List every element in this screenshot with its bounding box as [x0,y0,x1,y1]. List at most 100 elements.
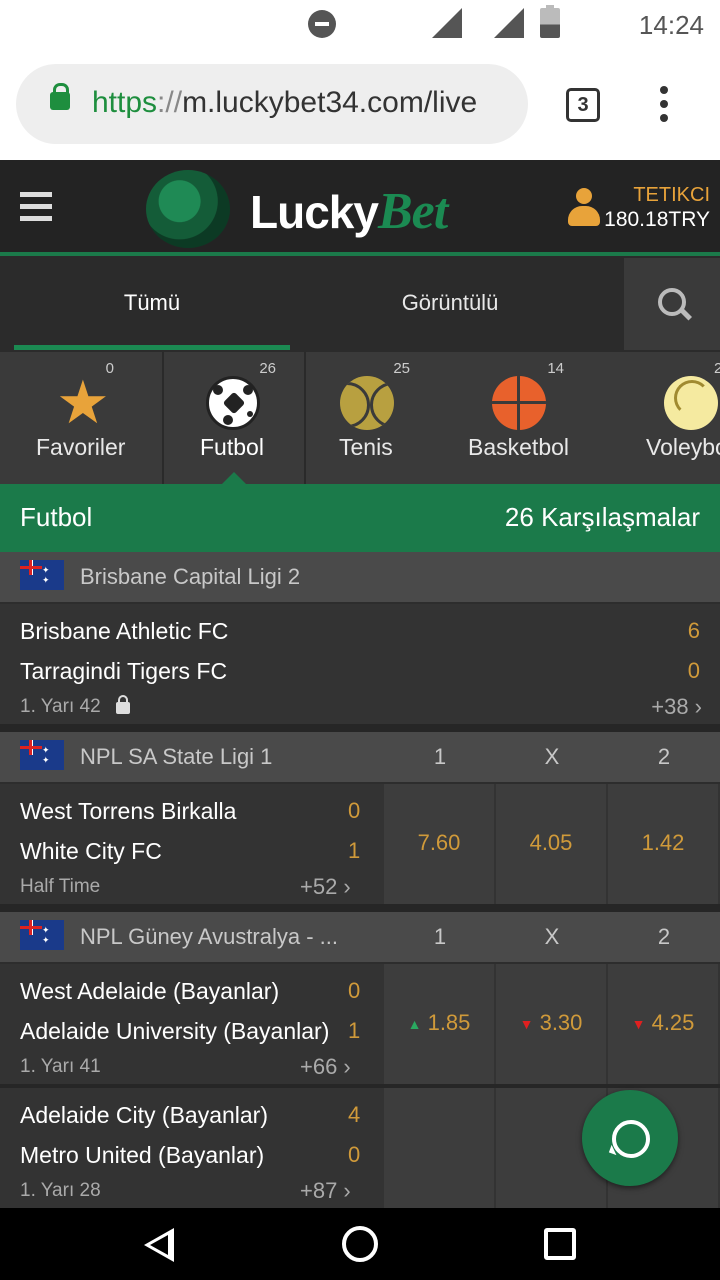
league-header[interactable]: NPL SA State Ligi 1 1 X 2 [0,732,720,782]
sport-count: 26 [259,360,276,377]
chat-button[interactable] [582,1090,678,1186]
signal-icon-2 [494,8,524,38]
australia-flag-icon [20,920,64,950]
league-name: Brisbane Capital Ligi 2 [80,564,301,589]
hamburger-menu-icon[interactable] [20,192,52,222]
clock: 14:24 [638,10,704,40]
col-home-label: 1 [433,924,447,949]
odd-home-button[interactable] [384,1088,494,1208]
sport-label: Basketbol [468,434,570,460]
away-team: White City FC [20,838,162,864]
home-score: 0 [348,798,361,823]
match-row[interactable]: West Adelaide (Bayanlar) Adelaide Univer… [0,964,720,1084]
battery-icon [540,5,560,38]
tab-video[interactable]: Görüntülü [300,256,600,352]
sports-bar: 0 Favoriler 26 Futbol 25 Tenis 14 Basket… [0,352,720,484]
browser-toolbar: https://m.luckybet34.com/live 3 [0,50,720,160]
odds-up-arrow-icon: ▲ [407,1016,422,1033]
sport-tennis[interactable]: 25 Tenis [306,352,452,484]
section-header: Futbol 26 Karşılaşmalar [0,484,720,552]
sport-volleyball[interactable]: 2 Voleybol [622,352,720,484]
section-title: Futbol [20,502,93,532]
recent-apps-icon[interactable] [544,1228,576,1260]
sport-label: Futbol [200,434,264,460]
status-bar: 14:24 [0,0,720,50]
home-score: 4 [348,1102,361,1127]
more-markets-link[interactable]: +66 › [300,1054,351,1080]
home-score: 0 [348,978,361,1003]
signal-icon [432,8,462,38]
tab-switcher-button[interactable]: 3 [566,88,600,122]
back-icon[interactable] [144,1228,174,1262]
match-status: 1. Yarı 28 [20,1180,101,1201]
view-tabs: Tümü Görüntülü [0,256,720,352]
tennis-ball-icon [340,376,394,430]
odd-draw-button[interactable]: ▼ 3.30 [496,964,606,1084]
match-count: 26 Karşılaşmalar [504,502,700,532]
sport-favorites[interactable]: 0 Favoriler [0,352,162,484]
home-team: West Torrens Birkalla [20,798,237,824]
col-draw-label: X [544,744,560,769]
match-status: Half Time [20,876,101,897]
away-score: 1 [348,838,361,863]
match-status: 1. Yarı 42 [20,696,101,717]
odd-home-button[interactable]: 7.60 [384,784,494,904]
sport-label: Favoriler [36,434,126,460]
lock-icon [116,695,130,714]
odd-home-button[interactable]: ▲ 1.85 [384,964,494,1084]
match-row[interactable]: West Torrens Birkalla White City FC 0 1 … [0,784,720,904]
username[interactable]: TETIKCI [633,184,710,207]
col-away-label: 2 [657,924,671,949]
sport-basketball[interactable]: 14 Basketbol [452,352,622,484]
odd-away-button[interactable]: ▼ 4.25 [608,964,718,1084]
match-status: 1. Yarı 41 [20,1056,101,1077]
home-team: Adelaide City (Bayanlar) [20,1102,269,1128]
soccer-ball-icon [206,376,260,430]
site-header: LuckyBet TETIKCI 180.18TRY [0,160,720,256]
home-score: 6 [687,618,700,643]
active-sport-pointer [222,472,246,484]
away-score: 0 [348,1142,361,1167]
away-team: Tarragindi Tigers FC [20,658,228,684]
sport-football[interactable]: 26 Futbol [164,352,304,484]
search-icon[interactable] [624,258,720,350]
do-not-disturb-icon [308,10,336,38]
logo[interactable]: LuckyBet [250,182,448,241]
col-draw-label: X [544,924,560,949]
browser-menu-icon[interactable] [658,86,670,126]
balance: 180.18TRY [604,208,710,231]
sport-label: Voleybol [646,434,720,460]
away-team: Metro United (Bayanlar) [20,1142,265,1168]
user-icon[interactable] [568,188,600,228]
basketball-icon [492,376,546,430]
more-markets-link[interactable]: +52 › [300,874,351,900]
home-icon[interactable] [342,1226,378,1262]
system-nav-bar [0,1208,720,1280]
address-bar[interactable]: https://m.luckybet34.com/live [16,64,528,144]
star-icon [56,368,110,438]
sport-count: 2 [714,360,720,377]
league-header[interactable]: NPL Güney Avustralya - ... 1 X 2 [0,912,720,962]
logo-ball-icon [146,170,230,248]
odd-away-button[interactable]: 1.42 [608,784,718,904]
col-away-label: 2 [657,744,671,769]
odd-draw-button[interactable]: 4.05 [496,784,606,904]
tab-all[interactable]: Tümü [14,256,290,352]
league-name: NPL SA State Ligi 1 [80,744,273,769]
away-score: 1 [348,1018,361,1043]
home-team: West Adelaide (Bayanlar) [20,978,280,1004]
league-header[interactable]: Brisbane Capital Ligi 2 [0,552,720,602]
sport-count: 25 [393,360,410,377]
australia-flag-icon [20,560,64,590]
away-team: Adelaide University (Bayanlar) [20,1018,330,1044]
sport-label: Tenis [339,434,393,460]
volleyball-icon [664,376,718,430]
league-name: NPL Güney Avustralya - ... [80,924,339,949]
url-text[interactable]: https://m.luckybet34.com/live [92,86,512,120]
sport-count: 14 [547,360,564,377]
lock-icon [50,83,70,110]
home-team: Brisbane Athletic FC [20,618,229,644]
more-markets-link[interactable]: +38 › [651,694,702,720]
match-row[interactable]: Brisbane Athletic FC Tarragindi Tigers F… [0,604,720,724]
more-markets-link[interactable]: +87 › [300,1178,351,1204]
